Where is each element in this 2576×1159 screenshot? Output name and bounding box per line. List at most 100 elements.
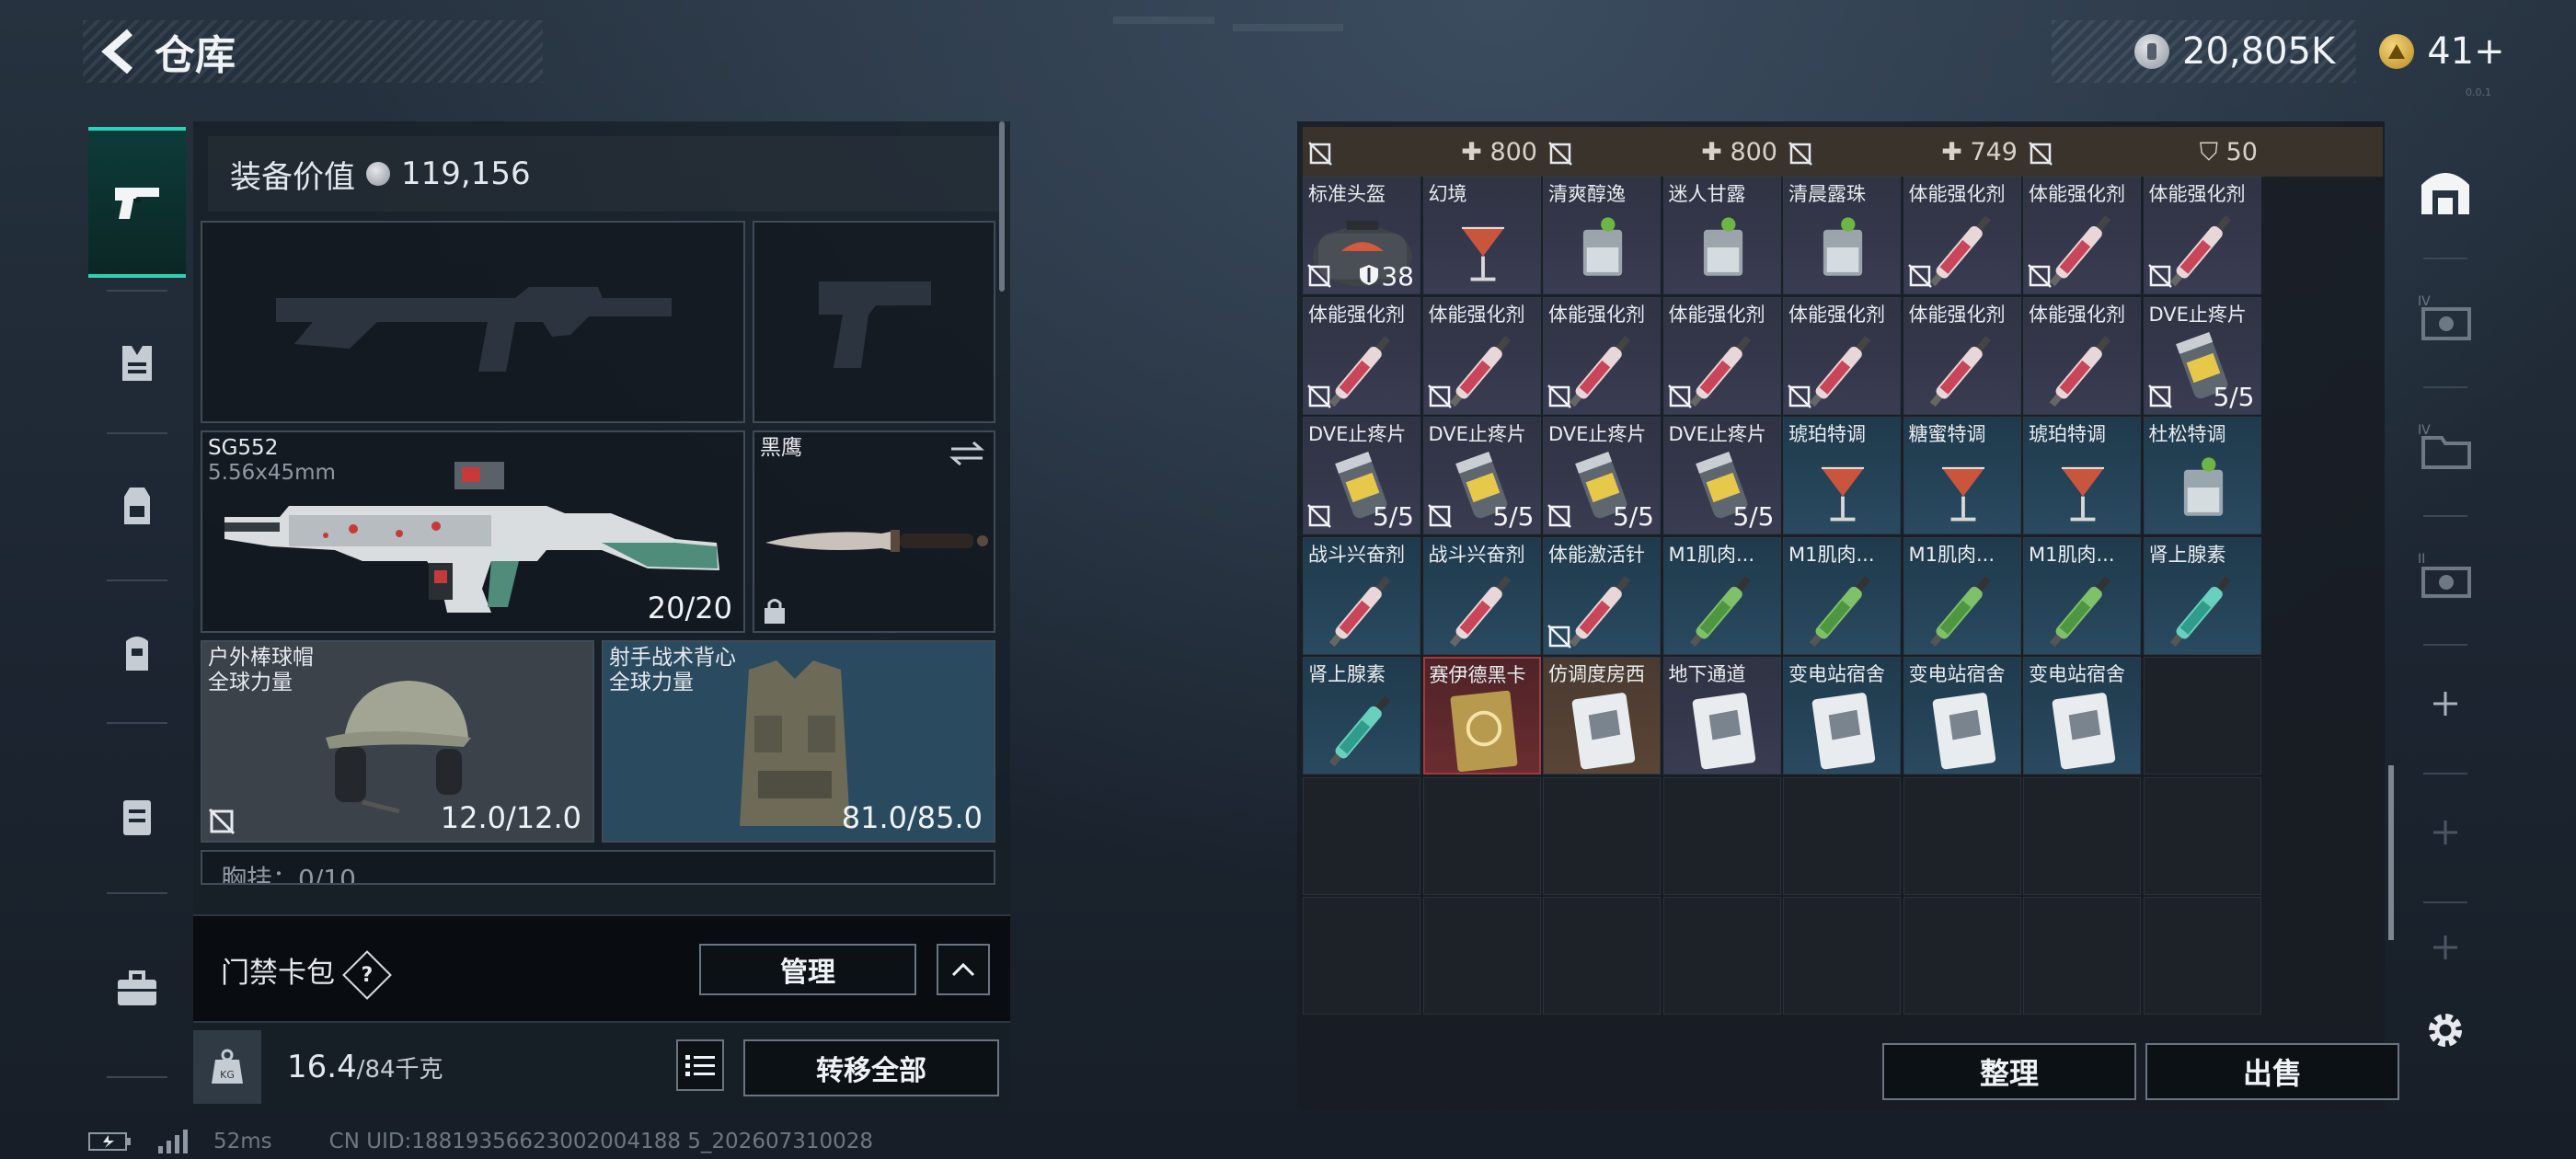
transfer-all-button[interactable]: 转移全部 bbox=[743, 1039, 999, 1096]
manage-button[interactable]: 管理 bbox=[699, 944, 916, 995]
empty-slot[interactable] bbox=[2143, 897, 2261, 1015]
rail-backpack[interactable] bbox=[88, 437, 186, 575]
partial-item[interactable]: ⛉ 50 bbox=[2023, 127, 2263, 177]
stash-grid[interactable]: ✚ 800 ✚ 800 ✚ 749 ⛉ 50 标准头盔 38 幻境 清爽醇逸 迷人甘露 清晨露珠体… bbox=[1303, 127, 2383, 1059]
partial-item[interactable]: ✚ 800 bbox=[1543, 127, 1783, 177]
empty-slot[interactable] bbox=[2143, 657, 2261, 775]
stash-item[interactable]: DVE止疼片 5/5 bbox=[1303, 417, 1420, 534]
settings-button[interactable] bbox=[2403, 993, 2488, 1067]
stash-item[interactable]: 琥珀特调 bbox=[1783, 417, 1901, 534]
rail-toolbox[interactable] bbox=[88, 920, 186, 1058]
stash-item[interactable]: 体能强化剂 bbox=[2023, 296, 2141, 415]
empty-slot[interactable] bbox=[2023, 897, 2141, 1015]
swap-icon[interactable] bbox=[949, 440, 984, 467]
stash-item[interactable]: 地下通道 bbox=[1662, 657, 1781, 775]
stash-item[interactable]: DVE止疼片 5/5 bbox=[1662, 417, 1781, 534]
rail-add-stash-locked[interactable] bbox=[2403, 911, 2488, 984]
stash-item[interactable]: 战斗兴奋剂 bbox=[1303, 536, 1420, 655]
rail-stash-2[interactable]: II bbox=[2403, 524, 2488, 625]
sort-button[interactable]: 整理 bbox=[1882, 1043, 2136, 1100]
empty-slot[interactable] bbox=[2143, 776, 2261, 895]
rail-weapons[interactable] bbox=[88, 127, 186, 278]
rail-stash-4a[interactable]: IV bbox=[2403, 267, 2488, 368]
empty-slot[interactable] bbox=[1303, 776, 1420, 895]
rail-add-stash[interactable] bbox=[2403, 653, 2488, 754]
empty-slot[interactable] bbox=[1422, 776, 1541, 895]
partial-item[interactable]: ✚ 800 bbox=[1303, 127, 1543, 177]
helmet-slot[interactable]: 户外棒球帽 全球力量 12.0/12.0 bbox=[201, 640, 594, 843]
item-name: 琥珀特调 bbox=[1788, 423, 1866, 445]
stash-item[interactable]: 体能强化剂 bbox=[1783, 296, 1901, 415]
secondary-weapon-slot-empty[interactable] bbox=[753, 221, 995, 423]
stash-item[interactable]: 杜松特调 bbox=[2143, 417, 2261, 534]
no-discard-icon bbox=[2147, 264, 2172, 288]
rail-add-stash-locked[interactable] bbox=[2403, 782, 2488, 883]
stash-item[interactable]: 琥珀特调 bbox=[2023, 417, 2141, 534]
rail-divider bbox=[107, 432, 167, 434]
stash-item[interactable]: 标准头盔 38 bbox=[1303, 177, 1420, 294]
rail-armor[interactable] bbox=[88, 294, 186, 432]
empty-slot[interactable] bbox=[1662, 897, 1781, 1015]
stash-item[interactable]: 仿调度房西 bbox=[1543, 657, 1661, 775]
empty-slot[interactable] bbox=[1422, 897, 1541, 1015]
empty-slot[interactable] bbox=[1783, 897, 1901, 1015]
stash-item[interactable]: DVE止疼片 5/5 bbox=[2143, 296, 2261, 415]
stash-item[interactable]: 体能强化剂 bbox=[1543, 296, 1661, 415]
help-icon[interactable]: ? bbox=[342, 949, 392, 1000]
empty-slot[interactable] bbox=[1662, 776, 1781, 895]
stash-item[interactable]: 清爽醇逸 bbox=[1543, 177, 1661, 294]
stash-item[interactable]: 体能强化剂 bbox=[2023, 177, 2141, 294]
empty-slot[interactable] bbox=[1303, 897, 1420, 1015]
stash-item[interactable]: 战斗兴奋剂 bbox=[1422, 536, 1541, 655]
rail-helmet[interactable] bbox=[88, 584, 186, 722]
stash-item[interactable]: M1肌肉... bbox=[1783, 536, 1901, 655]
list-view-button[interactable] bbox=[676, 1039, 724, 1091]
lock-icon bbox=[765, 599, 785, 624]
chest-rig-slot[interactable]: 胸挂：0/10 bbox=[201, 850, 995, 885]
stash-item[interactable]: 清晨露珠 bbox=[1783, 177, 1901, 294]
stash-item[interactable]: DVE止疼片 5/5 bbox=[1543, 417, 1661, 534]
partial-item-count: ⛉ 50 bbox=[2199, 138, 2258, 166]
rail-container[interactable] bbox=[88, 748, 186, 886]
equipment-scrollbar[interactable] bbox=[999, 121, 1005, 292]
primary-weapon-slot-empty[interactable] bbox=[201, 221, 745, 423]
premium-value[interactable]: 41+ bbox=[2427, 30, 2504, 73]
stash-item[interactable]: 体能强化剂 bbox=[1422, 296, 1541, 415]
stash-item[interactable]: M1肌肉... bbox=[1662, 536, 1781, 655]
stash-item[interactable]: 肾上腺素 bbox=[2143, 536, 2261, 655]
empty-slot[interactable] bbox=[1783, 776, 1901, 895]
primary-weapon-slot[interactable]: SG552 5.56x45mm 20/20 bbox=[201, 430, 745, 633]
stash-item[interactable]: 变电站宿舍 bbox=[1903, 657, 2021, 775]
stash-item[interactable]: 幻境 bbox=[1422, 177, 1541, 294]
sell-button[interactable]: 出售 bbox=[2145, 1043, 2399, 1100]
stash-item[interactable]: 肾上腺素 bbox=[1303, 657, 1420, 775]
collapse-button[interactable] bbox=[937, 944, 990, 995]
stash-item[interactable]: 体能强化剂 bbox=[1903, 296, 2021, 415]
empty-slot[interactable] bbox=[1543, 897, 1661, 1015]
stash-item[interactable]: 变电站宿舍 bbox=[1783, 657, 1901, 775]
empty-slot[interactable] bbox=[1543, 776, 1661, 895]
stash-item[interactable]: M1肌肉... bbox=[1903, 536, 2021, 655]
partial-item[interactable]: ✚ 749 bbox=[1783, 127, 2023, 177]
stash-item[interactable]: M1肌肉... bbox=[2023, 536, 2141, 655]
stash-item[interactable]: 体能强化剂 bbox=[2143, 177, 2261, 294]
rail-stash-4b[interactable]: IV bbox=[2403, 396, 2488, 497]
stash-item[interactable]: 体能激活针 bbox=[1543, 536, 1661, 655]
stash-item[interactable]: 赛伊德黑卡 bbox=[1422, 657, 1541, 775]
empty-slot[interactable] bbox=[2023, 776, 2141, 895]
stash-item[interactable]: 体能强化剂 bbox=[1662, 296, 1781, 415]
stash-item[interactable]: DVE止疼片 5/5 bbox=[1422, 417, 1541, 534]
syringe-green-icon bbox=[2049, 575, 2111, 647]
melee-slot[interactable]: 黑鹰 bbox=[753, 430, 995, 633]
back-button[interactable] bbox=[83, 20, 155, 83]
stash-item[interactable]: 变电站宿舍 bbox=[2023, 657, 2141, 775]
stash-item[interactable]: 迷人甘露 bbox=[1662, 177, 1781, 294]
stash-item[interactable]: 体能强化剂 bbox=[1303, 296, 1420, 415]
stash-item[interactable]: 糖蜜特调 bbox=[1903, 417, 2021, 534]
vest-slot[interactable]: 射手战术背心 全球力量 81.0/85.0 bbox=[602, 640, 995, 843]
stash-scrollbar[interactable] bbox=[2388, 765, 2394, 940]
rail-stash-main[interactable] bbox=[2403, 140, 2488, 241]
stash-item[interactable]: 体能强化剂 bbox=[1903, 177, 2021, 294]
empty-slot[interactable] bbox=[1903, 776, 2021, 895]
empty-slot[interactable] bbox=[1903, 897, 2021, 1015]
